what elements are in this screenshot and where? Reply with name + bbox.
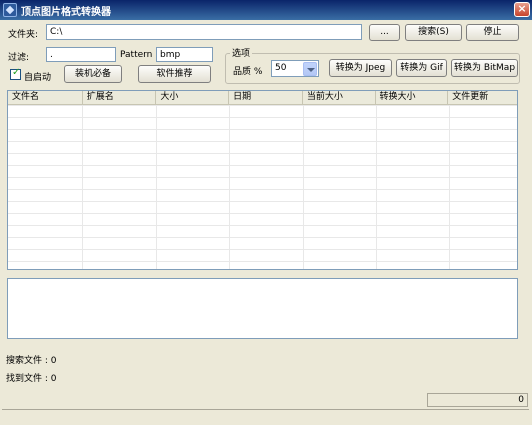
folder-label: 文件夹: [8, 30, 39, 40]
search-button[interactable]: 搜索(S) [405, 24, 462, 41]
column-extension[interactable]: 扩展名 [83, 91, 157, 104]
log-area[interactable] [7, 278, 518, 339]
stop-button[interactable]: 停止 [466, 24, 519, 41]
autostart-checkbox[interactable] [10, 67, 21, 80]
convert-jpeg-button[interactable]: 转换为 Jpeg [329, 59, 392, 77]
chevron-down-icon[interactable] [303, 62, 317, 76]
autostart-label: 自启动 [24, 73, 52, 83]
window-title: 顶点图片格式转换器 [21, 7, 111, 18]
table-rows [8, 105, 517, 269]
quality-label: 品质 % [233, 67, 263, 77]
app-icon [3, 3, 17, 17]
filter-label: 过滤: [8, 53, 30, 63]
column-filename[interactable]: 文件名 [8, 91, 83, 104]
column-converted-size[interactable]: 转换大小 [376, 91, 449, 104]
pattern-input[interactable]: bmp [156, 47, 213, 62]
column-file-update[interactable]: 文件更新 [448, 91, 517, 104]
quality-select[interactable]: 50 [271, 60, 319, 77]
options-title: 选项 [230, 46, 253, 59]
column-current-size[interactable]: 当前大小 [303, 91, 376, 104]
convert-gif-button[interactable]: 转换为 Gif [396, 59, 447, 77]
quality-value: 50 [275, 63, 287, 73]
recommend-button[interactable]: 软件推荐 [138, 65, 211, 83]
convert-bitmap-button[interactable]: 转换为 BitMap [451, 59, 518, 77]
found-count: 找到文件 : 0 [6, 374, 57, 384]
browse-button[interactable]: ... [369, 24, 400, 41]
title-bar: 顶点图片格式转换器 × [0, 0, 532, 20]
table-header: 文件名 扩展名 大小 日期 当前大小 转换大小 文件更新 [8, 91, 517, 105]
status-bar [2, 409, 529, 423]
filter-input[interactable]: . [46, 47, 116, 62]
close-button[interactable]: × [514, 2, 530, 17]
column-size[interactable]: 大小 [156, 91, 230, 104]
install-button[interactable]: 装机必备 [64, 65, 122, 83]
column-date[interactable]: 日期 [229, 91, 303, 104]
searched-count: 搜索文件 : 0 [6, 356, 57, 366]
pattern-label: Pattern [120, 50, 153, 60]
folder-input[interactable]: C:\ [46, 24, 362, 40]
file-table[interactable]: 文件名 扩展名 大小 日期 当前大小 转换大小 文件更新 [7, 90, 518, 270]
progress-field: 0 [427, 393, 528, 407]
